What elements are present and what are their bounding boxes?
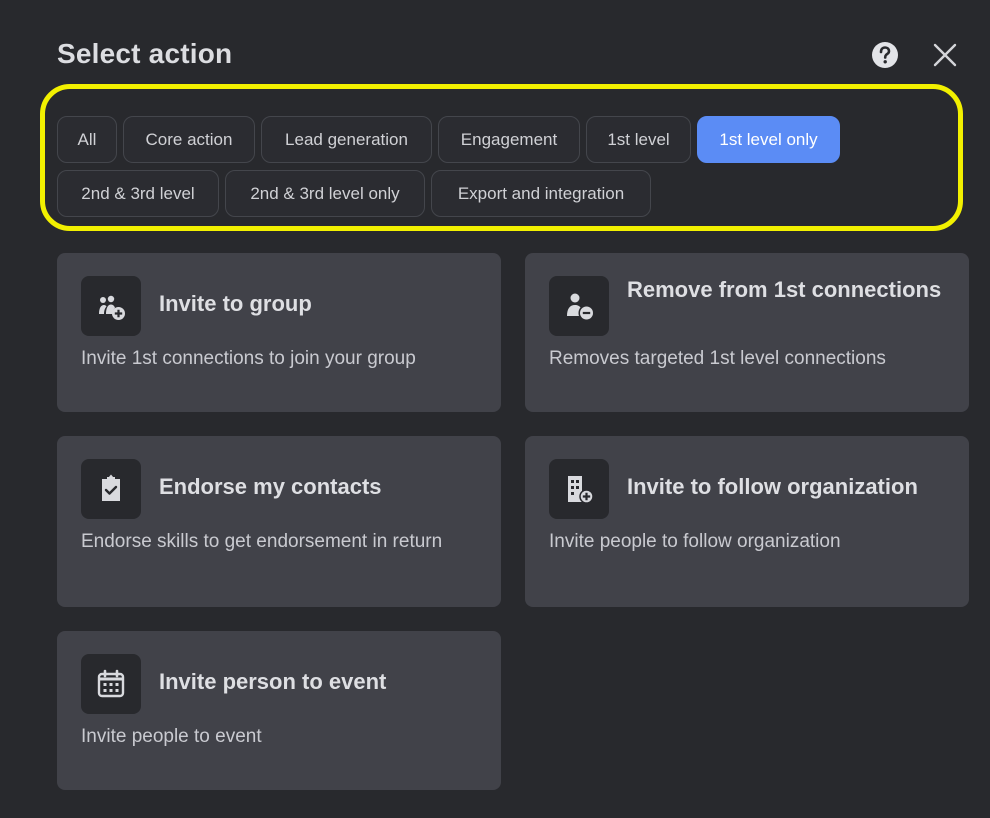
help-button[interactable] [870,40,900,70]
action-card-endorse-my-contacts[interactable]: Endorse my contacts Endorse skills to ge… [57,436,501,607]
question-circle-icon [872,42,898,68]
action-title: Invite to group [159,291,312,316]
group-add-icon [81,276,141,336]
select-action-dialog: Select action All Core action Lead gener… [0,0,990,818]
action-card-invite-to-group[interactable]: Invite to group Invite 1st connections t… [57,253,501,412]
calendar-icon [81,654,141,714]
filter-chip-lead-generation[interactable]: Lead generation [261,116,432,163]
close-button[interactable] [930,40,960,70]
filter-chip-all[interactable]: All [57,116,117,163]
action-title: Remove from 1st connections [627,277,942,302]
filter-chip-2nd-3rd-level[interactable]: 2nd & 3rd level [57,170,219,217]
filter-chip-1st-level[interactable]: 1st level [586,116,691,163]
action-title: Invite person to event [159,669,387,694]
clipboard-check-icon [81,459,141,519]
action-description: Invite people to event [81,726,262,747]
action-description: Removes targeted 1st level connections [549,348,886,369]
action-card-invite-person-to-event[interactable]: Invite person to event Invite people to … [57,631,501,790]
action-title: Endorse my contacts [159,474,382,499]
filter-chip-engagement[interactable]: Engagement [438,116,580,163]
filter-chip-export-integration[interactable]: Export and integration [431,170,651,217]
action-card-invite-to-follow-organization[interactable]: Invite to follow organization Invite peo… [525,436,969,607]
person-remove-icon [549,276,609,336]
filter-chip-core-action[interactable]: Core action [123,116,255,163]
filter-chip-2nd-3rd-level-only[interactable]: 2nd & 3rd level only [225,170,425,217]
close-icon [933,43,957,67]
dialog-title: Select action [57,38,233,69]
action-description: Endorse skills to get endorsement in ret… [81,531,443,552]
action-description: Invite people to follow organization [549,531,841,552]
filter-chip-1st-level-only[interactable]: 1st level only [697,116,840,163]
action-card-remove-from-1st-connections[interactable]: Remove from 1st connections Removes targ… [525,253,969,412]
building-add-icon [549,459,609,519]
action-description: Invite 1st connections to join your grou… [81,348,416,369]
action-title: Invite to follow organization [627,474,918,499]
